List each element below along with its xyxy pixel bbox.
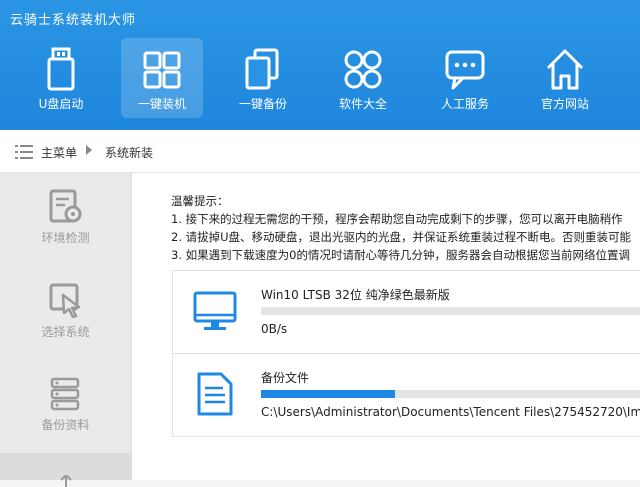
chat-bubble-icon [445,50,485,90]
progress-bar [261,390,640,398]
step-label-environment-check: 环境检测 [41,231,90,245]
step-backup-data: 备份资料 [0,360,131,448]
nav-one-click-install[interactable]: 一键装机 [121,38,203,118]
breadcrumb-current: 系统新装 [105,146,154,160]
nav-label-one-click-install: 一键装机 [137,97,186,111]
menu-list-icon[interactable] [15,145,33,159]
environment-check-icon [49,189,82,223]
task-row-download: Win10 LTSB 32位 纯净绿色最新版 0B/s [173,271,640,353]
breadcrumb: 主菜单 系统新装 [0,130,640,173]
task-row-backup: 备份文件 C:\Users\Administrator\Documents\Te… [173,353,640,436]
nav-label-software: 软件大全 [338,97,387,111]
tips-panel: 温馨提示： 1. 接下来的过程无需您的干预，程序会帮助您自动完成剩下的步骤，您可… [171,192,631,264]
step-environment-check: 环境检测 [0,173,131,261]
nav-label-usb-boot: U盘启动 [38,97,84,111]
app-header: 云骑士系统装机大师 U盘启动 一键装机 一键备份 软件大全 人工服务 官方网站 [0,0,640,130]
nav-one-click-backup[interactable]: 一键备份 [222,38,304,118]
step-label-select-system: 选择系统 [41,325,90,339]
nav-official-site[interactable]: 官方网站 [524,38,606,118]
step-label-backup-data: 备份资料 [41,418,90,432]
nav-manual-service[interactable]: 人工服务 [424,38,506,118]
nav-label-manual-service: 人工服务 [440,97,489,111]
copy-backup-icon [245,48,279,90]
download-speed: 0B/s [261,322,288,336]
tips-line: 3. 如果遇到下载速度为0的情况时请耐心等待几分钟，服务器会自动根据您当前网络位… [171,248,630,262]
progress-fill [261,390,395,398]
nav-label-one-click-backup: 一键备份 [238,97,287,111]
breadcrumb-main-menu[interactable]: 主菜单 [41,144,77,161]
breadcrumb-arrow-icon [86,145,92,155]
main-content: 温馨提示： 1. 接下来的过程无需您的干预，程序会帮助您自动完成剩下的步骤，您可… [132,173,640,480]
server-backup-icon [50,377,80,411]
monitor-icon [193,291,237,330]
software-grid-icon [344,50,382,89]
home-icon [546,49,584,90]
cursor-select-icon [49,283,81,319]
nav-usb-boot[interactable]: U盘启动 [20,38,102,118]
nav-label-official-site: 官方网站 [540,97,589,111]
task-title: Win10 LTSB 32位 纯净绿色最新版 [261,288,450,302]
arrow-up-icon [60,475,72,487]
task-title: 备份文件 [261,371,310,385]
nav-software[interactable]: 软件大全 [322,38,404,118]
usb-drive-icon [47,47,75,91]
tips-title: 温馨提示： [171,194,229,208]
progress-bar [261,307,640,315]
tips-line: 1. 接下来的过程无需您的干预，程序会帮助您自动完成剩下的步骤，您可以离开电脑稍… [171,212,623,226]
step-install-system [0,453,131,487]
app-title: 云骑士系统装机大师 [10,13,137,28]
backup-file-path: C:\Users\Administrator\Documents\Tencent… [261,405,640,419]
tips-line: 2. 请拔掉U盘、移动硬盘，退出光驱内的光盘，并保证系统重装过程不断电。否则重装… [171,230,632,244]
document-icon [197,372,233,416]
task-list: Win10 LTSB 32位 纯净绿色最新版 0B/s 备份文件 C:\User… [172,270,640,437]
step-select-system: 选择系统 [0,267,131,355]
step-sidebar: 环境检测 选择系统 备份资料 [0,173,132,487]
windows-logo-icon [143,51,181,89]
